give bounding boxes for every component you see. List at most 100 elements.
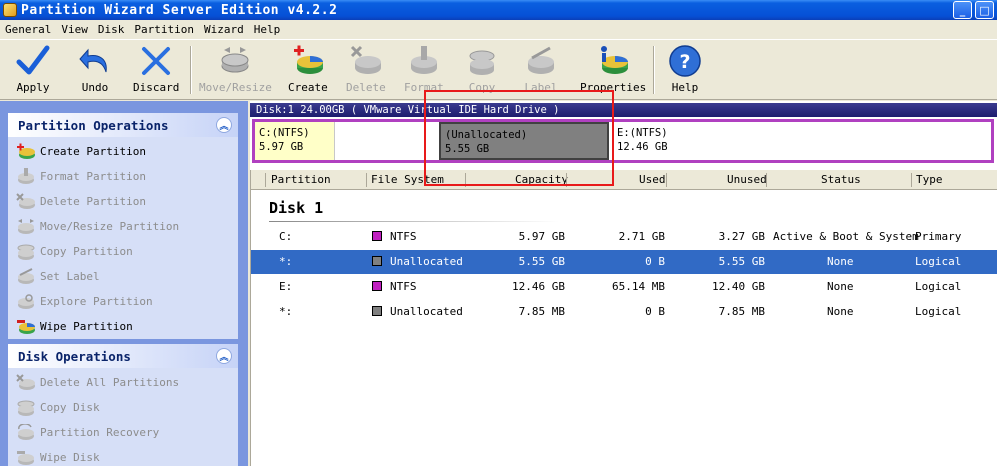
wipe-disk-icon: [17, 450, 34, 465]
op-format-partition[interactable]: Format Partition: [8, 164, 238, 189]
cell-capacity: 5.55 GB: [518, 255, 565, 268]
cell-capacity: 5.97 GB: [518, 230, 565, 243]
create-label: Create: [288, 81, 328, 94]
table-row[interactable]: *: Unallocated 7.85 MB 0 B 7.85 MB None …: [251, 300, 997, 324]
op-wipe-disk[interactable]: Wipe Disk: [8, 445, 238, 466]
op-label: Create Partition: [40, 145, 146, 158]
disk-map-bar[interactable]: C:(NTFS) 5.97 GB (Unallocated) 5.55 GB E…: [252, 119, 994, 163]
ntfs-color-swatch: [372, 231, 382, 241]
op-partition-recovery[interactable]: Partition Recovery: [8, 420, 238, 445]
column-separator: [666, 173, 667, 187]
discard-button[interactable]: Discard: [133, 44, 179, 98]
delete-button[interactable]: Delete: [346, 44, 386, 98]
op-label: Move/Resize Partition: [40, 220, 180, 233]
partition-operations-header[interactable]: Partition Operations ︽: [8, 113, 238, 137]
discard-x-icon: [142, 47, 171, 75]
menu-general[interactable]: General: [0, 23, 56, 36]
op-explore-partition[interactable]: Explore Partition: [8, 289, 238, 314]
cell-unused: 5.55 GB: [718, 255, 765, 268]
apply-label: Apply: [16, 81, 50, 94]
op-delete-partition[interactable]: Delete Partition: [8, 189, 238, 214]
op-create-partition[interactable]: Create Partition: [8, 139, 238, 164]
op-label: Delete Partition: [40, 195, 146, 208]
op-copy-partition[interactable]: Copy Partition: [8, 239, 238, 264]
table-row[interactable]: E: NTFS 12.46 GB 65.14 MB 12.40 GB None …: [251, 275, 997, 299]
partition-recovery-icon: [18, 423, 34, 440]
cell-type: Logical: [915, 305, 962, 318]
cell-capacity: 7.85 MB: [518, 305, 565, 318]
column-header-unused[interactable]: Unused: [727, 173, 767, 186]
menu-bar: General View Disk Partition Wizard Help: [0, 20, 997, 40]
op-copy-disk[interactable]: Copy Disk: [8, 395, 238, 420]
apply-button[interactable]: Apply: [16, 44, 50, 98]
op-label: Set Label: [40, 270, 100, 283]
window-title: Partition Wizard Server Edition v4.2.2: [21, 2, 338, 18]
op-label: Explore Partition: [40, 295, 153, 308]
delete-partition-icon: [16, 192, 35, 209]
collapse-icon[interactable]: ︽: [216, 348, 232, 364]
set-label-icon: [18, 267, 34, 284]
svg-text:?: ?: [679, 51, 690, 73]
op-label: Copy Disk: [40, 401, 100, 414]
disk-map-partition-e[interactable]: E:(NTFS) 12.46 GB: [613, 122, 991, 160]
copy-disk-icon: [469, 50, 495, 75]
toolbar-separator: [190, 46, 192, 94]
maximize-button[interactable]: □: [975, 1, 994, 19]
help-label: Help: [671, 81, 699, 94]
menu-view[interactable]: View: [56, 23, 93, 36]
op-delete-all-partitions[interactable]: Delete All Partitions: [8, 370, 238, 395]
menu-help[interactable]: Help: [249, 23, 286, 36]
help-button[interactable]: ? Help: [668, 44, 702, 98]
unallocated-color-swatch: [372, 306, 382, 316]
table-row-selected[interactable]: *: Unallocated 5.55 GB 0 B 5.55 GB None …: [251, 250, 997, 274]
op-wipe-partition[interactable]: Wipe Partition: [8, 314, 238, 339]
op-label: Partition Recovery: [40, 426, 160, 439]
column-header-used[interactable]: Used: [639, 173, 666, 186]
delete-label: Delete: [346, 81, 386, 94]
cell-type: Primary: [915, 230, 962, 243]
op-label: Wipe Disk: [40, 451, 100, 464]
cell-status: None: [827, 280, 854, 293]
cell-used: 2.71 GB: [618, 230, 665, 243]
toolbar-separator: [653, 46, 655, 94]
op-set-label[interactable]: Set Label: [8, 264, 238, 289]
disk-group-divider: [269, 221, 559, 222]
op-label: Wipe Partition: [40, 320, 133, 333]
create-partition-icon: [17, 143, 35, 159]
table-row[interactable]: C: NTFS 5.97 GB 2.71 GB 3.27 GB Active &…: [251, 225, 997, 249]
cell-file-system: Unallocated: [390, 305, 463, 318]
disk-map-partition-c[interactable]: C:(NTFS) 5.97 GB: [255, 122, 335, 160]
properties-disk-icon: [601, 46, 629, 74]
cell-used: 0 B: [645, 255, 665, 268]
op-move-resize-partition[interactable]: Move/Resize Partition: [8, 214, 238, 239]
menu-wizard[interactable]: Wizard: [199, 23, 249, 36]
collapse-icon[interactable]: ︽: [216, 117, 232, 133]
discard-label: Discard: [133, 81, 180, 94]
move-resize-label: Move/Resize: [199, 81, 272, 94]
cell-unused: 3.27 GB: [718, 230, 765, 243]
column-header-partition[interactable]: Partition: [271, 173, 331, 186]
partition-size: 12.46 GB: [617, 141, 668, 153]
column-header-status[interactable]: Status: [821, 173, 861, 186]
op-label: Copy Partition: [40, 245, 133, 258]
ntfs-color-swatch: [372, 281, 382, 291]
cell-partition: *:: [279, 255, 293, 268]
cell-status: Active & Boot & System: [773, 230, 919, 243]
menu-partition[interactable]: Partition: [129, 23, 199, 36]
menu-disk[interactable]: Disk: [93, 23, 130, 36]
minimize-button[interactable]: _: [953, 1, 972, 19]
undo-button[interactable]: Undo: [78, 44, 112, 98]
cell-file-system: NTFS: [390, 230, 417, 243]
column-separator: [911, 173, 912, 187]
cell-partition: E:: [279, 280, 293, 293]
title-bar: Partition Wizard Server Edition v4.2.2 _…: [0, 0, 997, 20]
create-button[interactable]: Create: [288, 44, 328, 98]
cell-partition: *:: [279, 305, 293, 318]
cell-unused: 7.85 MB: [718, 305, 765, 318]
copy-disk-icon: [17, 400, 35, 416]
move-resize-button[interactable]: Move/Resize: [199, 44, 272, 98]
column-header-type[interactable]: Type: [916, 173, 943, 186]
label-disk-icon: [528, 46, 554, 74]
cell-capacity: 12.46 GB: [512, 280, 565, 293]
disk-operations-header[interactable]: Disk Operations ︽: [8, 344, 238, 368]
